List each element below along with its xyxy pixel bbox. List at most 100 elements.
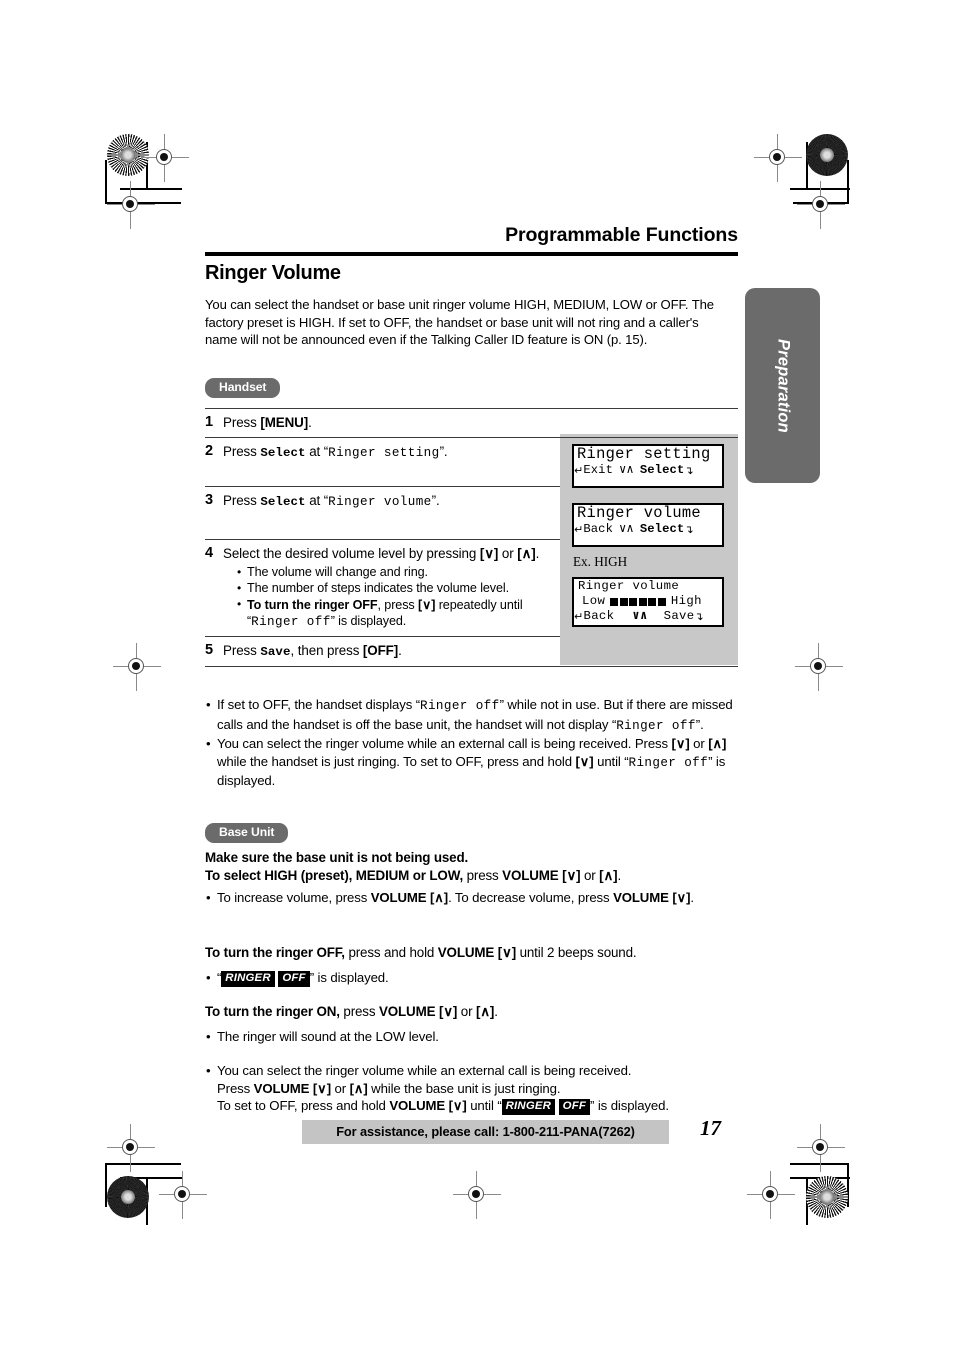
- key-down-arrow: [∨]: [497, 945, 517, 960]
- manual-page: Programmable Functions Ringer Volume You…: [0, 0, 954, 1351]
- softkey-select: Select: [260, 445, 306, 460]
- key-down-arrow: [∨]: [671, 736, 690, 751]
- note-2-c: while the handset is just ringing. To se…: [217, 753, 576, 769]
- base-unit-line2-bold: To select HIGH (preset), MEDIUM or LOW,: [205, 868, 464, 883]
- step-5: 5 Press Save, then press [OFF].: [205, 637, 738, 667]
- step-4-bullets: The volume will change and ring. The num…: [237, 563, 568, 631]
- note-1-c: ”.: [695, 716, 704, 732]
- ext-line2-or: or: [330, 1080, 350, 1096]
- lcd1-soft-mid: ∨∧: [618, 463, 634, 477]
- volume-level-bars: [610, 597, 666, 606]
- bu-b1-a: To increase volume, press: [217, 890, 371, 905]
- ext-line1: You can select the ringer volume while a…: [217, 1063, 632, 1078]
- bullet-3-tail: ” is displayed.: [330, 614, 407, 629]
- arrow-return-right-icon: ↴: [684, 463, 694, 477]
- key-down-arrow: [∨]: [479, 545, 499, 561]
- lcd1-line1: Ringer setting: [577, 445, 711, 463]
- volume-bar-segment: [619, 597, 628, 606]
- base-unit-line2-reg: press: [463, 868, 503, 883]
- badge-base-unit: Base Unit: [205, 823, 289, 843]
- off-reg2: until 2 beeps sound.: [516, 945, 637, 960]
- note-item: To increase volume, press VOLUME [∧]. To…: [205, 889, 738, 907]
- base-unit-turn-on: To turn the ringer ON, press VOLUME [∨] …: [205, 1003, 738, 1021]
- step-4-text-b: or: [498, 545, 518, 561]
- key-down-arrow: [∨]: [575, 753, 594, 769]
- key-volume: VOLUME: [502, 868, 559, 883]
- note-2-a: You can select the ringer volume while a…: [217, 736, 672, 751]
- arrow-return-left-icon: ↵: [574, 610, 584, 623]
- display-text-ringer-off: Ringer off: [420, 699, 500, 713]
- step-3-pre: Press: [223, 492, 261, 508]
- step-1-pre: Press: [223, 415, 261, 430]
- base-unit-line2-or: or: [580, 868, 600, 883]
- lcd3-soft-right: Save: [663, 609, 695, 623]
- on-reg: press: [339, 1004, 379, 1019]
- step-text: Press Select at “Ringer volume”.: [223, 487, 440, 517]
- side-tab-preparation[interactable]: Preparation: [745, 288, 820, 483]
- step-5-pre: Press: [223, 642, 261, 658]
- step-number: 5: [205, 641, 214, 658]
- lcd1-soft-right: Select: [639, 463, 685, 477]
- bullet-item: The volume will change and ring.: [237, 563, 568, 580]
- handset-notes: If set to OFF, the handset displays “Rin…: [205, 696, 738, 790]
- step-3-mid: at “: [305, 492, 329, 508]
- display-text-ringer-setting: Ringer setting: [328, 445, 440, 460]
- lcd3-soft-left: Back: [583, 609, 615, 623]
- lcd3-low-label: Low: [582, 594, 606, 608]
- step-text: Press [MENU].: [223, 409, 312, 437]
- key-down-arrow: [∨]: [562, 868, 581, 883]
- lcd3-softkeys: ↵ Back ∨∧ Save ↴: [574, 609, 722, 624]
- key-off: [OFF]: [362, 642, 399, 658]
- step-2-post: ”.: [439, 443, 448, 459]
- volume-bar-segment: [629, 597, 638, 606]
- lcd-screen-volume-level: Ringer volume Low High ↵ Back ∨∧ Save ↴: [572, 577, 724, 627]
- base-unit-off-display-note: “RINGER OFF” is displayed.: [205, 969, 738, 987]
- key-up-arrow: [∧]: [708, 736, 727, 751]
- page-number: 17: [700, 1116, 721, 1140]
- step-2-pre: Press: [223, 443, 261, 459]
- base-unit-volume-note: To increase volume, press VOLUME [∧]. To…: [205, 889, 738, 907]
- base-unit-line2-end: .: [617, 868, 622, 883]
- display-text-ringer-off: Ringer off: [251, 615, 331, 630]
- key-volume: VOLUME: [370, 890, 427, 905]
- on-or: or: [457, 1004, 476, 1019]
- note-2-d: until “: [593, 753, 629, 769]
- key-volume: VOLUME: [437, 945, 495, 960]
- ext-line3: To set to OFF, press and hold VOLUME [∨]…: [217, 1097, 738, 1115]
- step-4-text-a: Select the desired volume level by press…: [223, 545, 480, 561]
- lcd2-soft-left: Back: [583, 522, 613, 536]
- note-item: “RINGER OFF” is displayed.: [205, 969, 738, 987]
- lcd-screen-ringer-setting: Ringer setting ↵ Exit ∨∧ Select ↴: [572, 444, 724, 488]
- ext-line2-b: while the base unit is just ringing.: [367, 1080, 561, 1096]
- lcd2-soft-right: Select: [639, 522, 685, 536]
- bu-b1-c: .: [690, 890, 694, 905]
- note-1-a: If set to OFF, the handset displays “: [217, 697, 420, 712]
- step-1: 1 Press [MENU].: [205, 409, 738, 437]
- badge-handset: Handset: [205, 378, 281, 398]
- base-unit-on-note: The ringer will sound at the LOW level.: [205, 1028, 738, 1046]
- step-number: 3: [205, 491, 214, 508]
- on-end: .: [494, 1004, 498, 1019]
- step-text: Select the desired volume level by press…: [223, 540, 568, 636]
- bu-b1-b: . To decrease volume, press: [448, 890, 614, 905]
- softkey-save: Save: [260, 644, 291, 659]
- base-unit-turn-off: To turn the ringer OFF, press and hold V…: [205, 944, 738, 962]
- note-item: You can select the ringer volume while a…: [205, 735, 738, 790]
- lcd2-line1: Ringer volume: [577, 504, 701, 522]
- note-item: The ringer will sound at the LOW level.: [205, 1028, 738, 1046]
- arrow-return-left-icon: ↵: [574, 522, 584, 536]
- page-title: Ringer Volume: [205, 262, 341, 284]
- arrow-return-right-icon: ↴: [694, 610, 704, 623]
- step-5-post: .: [398, 642, 402, 658]
- key-down-arrow: [∨]: [438, 1004, 458, 1019]
- ext-line2: Press VOLUME [∨] or [∧] while the base u…: [217, 1080, 738, 1098]
- off-bold: To turn the ringer OFF,: [205, 945, 345, 960]
- step-number: 1: [205, 414, 214, 430]
- volume-bar-segment: [638, 597, 647, 606]
- ext-line3-b: until “: [466, 1098, 502, 1113]
- step-text: Press Save, then press [OFF].: [223, 637, 402, 667]
- arrow-return-left-icon: ↵: [574, 463, 584, 477]
- lcd3-high-label: High: [670, 594, 702, 608]
- volume-bar-segment: [657, 597, 666, 606]
- bullet-item: The number of steps indicates the volume…: [237, 580, 568, 597]
